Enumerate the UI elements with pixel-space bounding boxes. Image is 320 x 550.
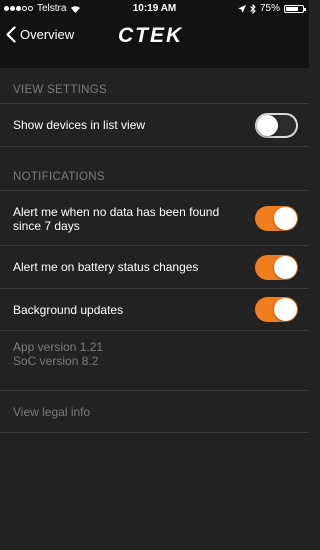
notifications-header: NOTIFICATIONS [13, 171, 105, 183]
toggle-knob [274, 207, 297, 230]
divider [0, 330, 309, 331]
bluetooth-icon [250, 3, 256, 14]
divider [0, 390, 309, 391]
back-label: Overview [20, 27, 75, 42]
ctek-logo: CTEK [118, 24, 184, 47]
toggle-knob [257, 115, 278, 136]
battery-icon [284, 4, 306, 13]
status-bar: Telstra 10:19 AM 75% [0, 0, 309, 18]
battery-status-alert-label: Alert me on battery status changes [13, 260, 199, 274]
battery-status-alert-toggle[interactable] [255, 255, 298, 280]
list-view-toggle[interactable] [255, 113, 298, 138]
location-arrow-icon [237, 4, 246, 13]
status-right: 75% [237, 3, 306, 14]
toggle-knob [274, 298, 297, 321]
soc-version: SoC version 8.2 [13, 354, 99, 368]
toggle-knob [274, 256, 297, 279]
battery-level-fill [286, 6, 298, 11]
no-data-alert-toggle[interactable] [255, 206, 298, 231]
no-data-alert-label: Alert me when no data has been found sin… [13, 205, 220, 233]
divider [0, 146, 309, 147]
settings-screen: Telstra 10:19 AM 75% Overview CTEK VIEW … [0, 0, 309, 550]
list-view-row: Show devices in list view [0, 104, 309, 146]
divider [0, 432, 309, 433]
view-settings-header: VIEW SETTINGS [13, 84, 107, 96]
no-data-alert-row: Alert me when no data has been found sin… [0, 191, 309, 245]
background-updates-toggle[interactable] [255, 297, 298, 322]
background-updates-row: Background updates [0, 289, 309, 331]
top-bar: Telstra 10:19 AM 75% Overview CTEK [0, 0, 309, 68]
chevron-left-icon [6, 26, 16, 43]
back-button[interactable]: Overview [6, 26, 74, 43]
navigation-bar: Overview CTEK [0, 18, 309, 68]
app-version: App version 1.21 [13, 340, 104, 354]
background-updates-label: Background updates [13, 303, 124, 317]
battery-percent: 75% [259, 3, 280, 14]
battery-status-alert-row: Alert me on battery status changes [0, 246, 309, 288]
list-view-label: Show devices in list view [13, 118, 146, 132]
view-legal-info-link[interactable]: View legal info [13, 405, 90, 419]
